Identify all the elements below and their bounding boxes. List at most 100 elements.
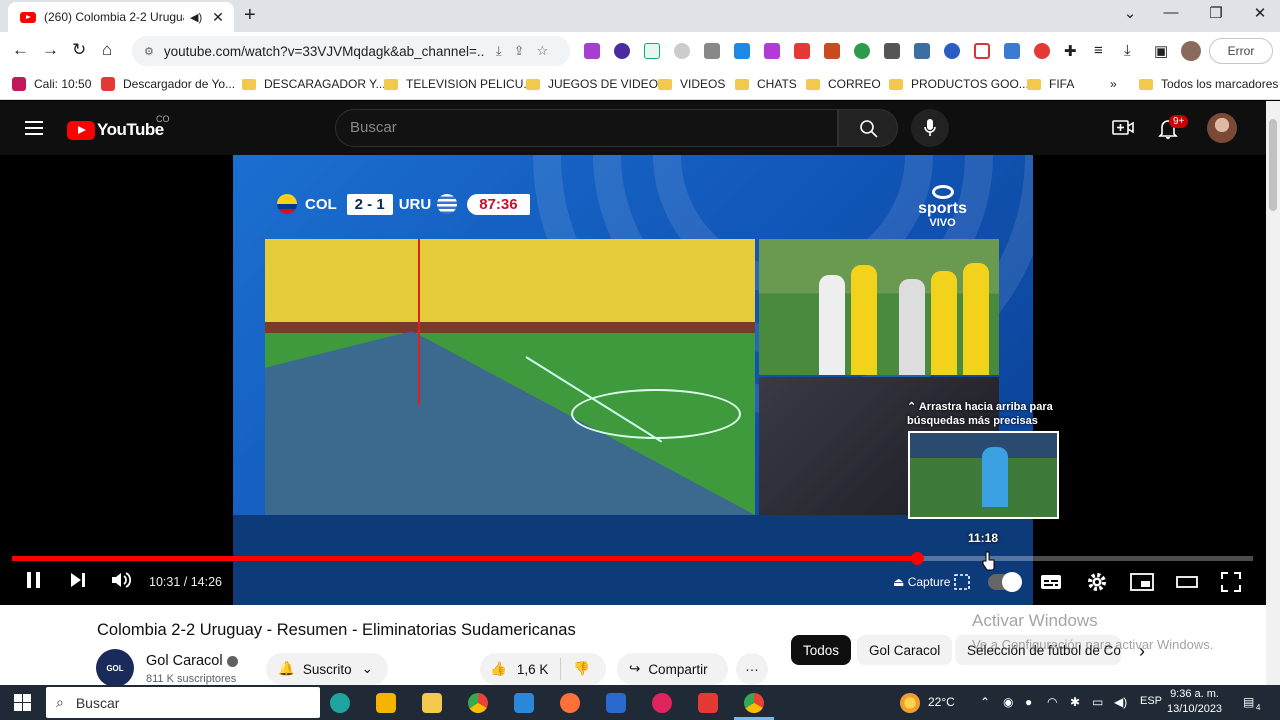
extension-icon[interactable] xyxy=(764,43,780,59)
volume-icon[interactable] xyxy=(110,569,132,591)
action-center-icon[interactable]: ▤ xyxy=(1243,695,1254,709)
page-scrollbar[interactable] xyxy=(1266,101,1280,685)
speaker-icon[interactable]: ◀) xyxy=(190,11,204,24)
like-button[interactable]: 👍 1,6 K xyxy=(490,661,548,677)
new-tab-button[interactable]: + xyxy=(244,4,256,27)
extension-icon[interactable] xyxy=(1034,43,1050,59)
show-hidden-icons-icon[interactable]: ⌃ xyxy=(980,695,990,709)
search-button[interactable] xyxy=(838,109,898,147)
close-tab-icon[interactable]: ✕ xyxy=(210,9,226,26)
bluetooth-icon[interactable]: ✱ xyxy=(1070,695,1080,709)
search-input[interactable]: Buscar xyxy=(335,109,838,147)
chrome-icon[interactable] xyxy=(468,693,488,713)
extension-icon[interactable] xyxy=(884,43,900,59)
extension-icon[interactable] xyxy=(614,43,630,59)
file-explorer-icon[interactable] xyxy=(422,693,442,713)
bookmark-folder[interactable]: JUEGOS DE VIDEO xyxy=(526,77,658,91)
all-bookmarks-folder[interactable]: Todos los marcadores xyxy=(1139,77,1278,91)
tray-app-icon[interactable]: ◉ xyxy=(1003,695,1013,709)
menu-hamburger-icon[interactable] xyxy=(25,121,43,139)
channel-name[interactable]: Gol Caracol xyxy=(146,653,238,669)
video-frame[interactable]: COL 2 - 1 URU 87:36 sports VIVO xyxy=(233,155,1033,605)
voice-search-button[interactable] xyxy=(911,109,949,147)
sync-error-button[interactable]: Error xyxy=(1209,38,1273,64)
extension-icon[interactable] xyxy=(674,43,690,59)
create-video-icon[interactable] xyxy=(1112,118,1134,138)
channel-avatar[interactable]: GOL xyxy=(96,649,134,687)
app-icon[interactable] xyxy=(606,693,626,713)
bookmark-item[interactable]: Cali: 10:50 xyxy=(12,77,91,91)
video-player[interactable]: COL 2 - 1 URU 87:36 sports VIVO ⌃ Arrast… xyxy=(0,155,1266,605)
back-button[interactable]: ← xyxy=(12,40,29,60)
downloads-icon[interactable]: ⤓ xyxy=(1124,42,1131,59)
extension-icon[interactable] xyxy=(644,43,660,59)
extensions-puzzle-icon[interactable]: ✚ xyxy=(1064,42,1077,60)
pause-icon[interactable] xyxy=(25,569,43,591)
minimize-button[interactable]: — xyxy=(1148,4,1194,21)
firefox-icon[interactable] xyxy=(560,693,580,713)
chrome-icon[interactable] xyxy=(744,693,764,713)
weather-icon[interactable] xyxy=(900,693,920,713)
tray-app-icon[interactable]: ● xyxy=(1025,695,1032,709)
app-icon[interactable] xyxy=(652,693,672,713)
screenshot-region-icon[interactable] xyxy=(953,573,973,593)
extension-icon[interactable] xyxy=(974,43,990,59)
settings-gear-icon[interactable] xyxy=(1086,571,1108,593)
chip-todos[interactable]: Todos xyxy=(791,635,852,665)
more-bookmarks-button[interactable]: » xyxy=(1110,77,1117,91)
subscribed-button[interactable]: 🔔 Suscrito ⌄ xyxy=(266,653,388,685)
home-button[interactable]: ⌂ xyxy=(102,40,112,60)
bookmark-star-icon[interactable]: ☆ xyxy=(537,43,549,59)
taskbar-search-input[interactable]: ⌕ Buscar xyxy=(46,687,320,718)
forward-button[interactable]: → xyxy=(42,40,59,60)
site-info-icon[interactable]: ⚙ xyxy=(144,45,154,58)
bookmark-item[interactable]: Descargador de Yo... xyxy=(101,77,235,91)
bookmark-folder[interactable]: CHATS xyxy=(735,77,797,91)
scrubber-handle[interactable] xyxy=(910,552,924,565)
language-indicator[interactable]: ESP xyxy=(1140,695,1162,707)
volume-tray-icon[interactable]: ◀) xyxy=(1114,695,1127,709)
account-avatar[interactable] xyxy=(1207,113,1237,143)
microsoft-store-icon[interactable] xyxy=(376,693,396,713)
extension-icon[interactable] xyxy=(1004,43,1020,59)
bookmark-folder[interactable]: FIFA xyxy=(1027,77,1074,91)
close-window-button[interactable]: ✕ xyxy=(1237,4,1280,22)
bookmark-folder[interactable]: PRODUCTOS GOO... xyxy=(889,77,1029,91)
youtube-logo[interactable]: YouTube CO xyxy=(67,114,170,140)
reading-list-icon[interactable]: ≡ xyxy=(1094,42,1103,59)
extension-icon[interactable] xyxy=(944,43,960,59)
more-actions-button[interactable]: ··· xyxy=(736,653,768,685)
edge-icon[interactable] xyxy=(330,693,350,713)
progress-bar[interactable] xyxy=(12,552,1253,565)
maximize-button[interactable]: ❐ xyxy=(1193,4,1239,22)
capture-button[interactable]: ⏏ Capture xyxy=(893,575,950,589)
bookmark-folder[interactable]: VIDEOS xyxy=(658,77,725,91)
browser-tab[interactable]: (260) Colombia 2-2 Uruguay ◀) ✕ xyxy=(8,2,234,32)
extension-icon[interactable] xyxy=(734,43,750,59)
chip-gol-caracol[interactable]: Gol Caracol xyxy=(857,635,953,665)
windows-start-icon[interactable] xyxy=(14,694,31,711)
battery-icon[interactable]: ▭ xyxy=(1092,695,1103,709)
reload-button[interactable]: ↻ xyxy=(72,40,86,60)
tab-search-chevron-icon[interactable]: ⌄ xyxy=(1107,4,1153,22)
bookmark-folder[interactable]: TELEVISION PELICU... xyxy=(384,77,533,91)
miniplayer-icon[interactable] xyxy=(1130,571,1154,593)
bookmark-folder[interactable]: DESCARAGADOR Y... xyxy=(242,77,386,91)
share-button[interactable]: ↪ Compartir xyxy=(617,653,728,685)
extension-icon[interactable] xyxy=(914,43,930,59)
clock[interactable]: 9:36 a. m. 13/10/2023 xyxy=(1167,687,1222,717)
share-icon[interactable]: ⇪ xyxy=(514,43,525,59)
address-bar[interactable]: ⚙ youtube.com/watch?v=33VJVMqdagk&ab_cha… xyxy=(132,36,570,66)
network-icon[interactable]: ◠ xyxy=(1047,695,1057,709)
app-icon[interactable] xyxy=(698,693,718,713)
scrollbar-thumb[interactable] xyxy=(1269,119,1277,211)
extension-icon[interactable] xyxy=(854,43,870,59)
autoplay-toggle[interactable] xyxy=(988,572,1022,592)
next-video-icon[interactable] xyxy=(68,569,88,591)
app-icon[interactable] xyxy=(514,693,534,713)
download-extension-icon[interactable] xyxy=(704,43,720,59)
extension-icon[interactable] xyxy=(824,43,840,59)
extension-icon[interactable] xyxy=(584,43,600,59)
theater-mode-icon[interactable] xyxy=(1175,571,1199,593)
extension-icon[interactable] xyxy=(794,43,810,59)
